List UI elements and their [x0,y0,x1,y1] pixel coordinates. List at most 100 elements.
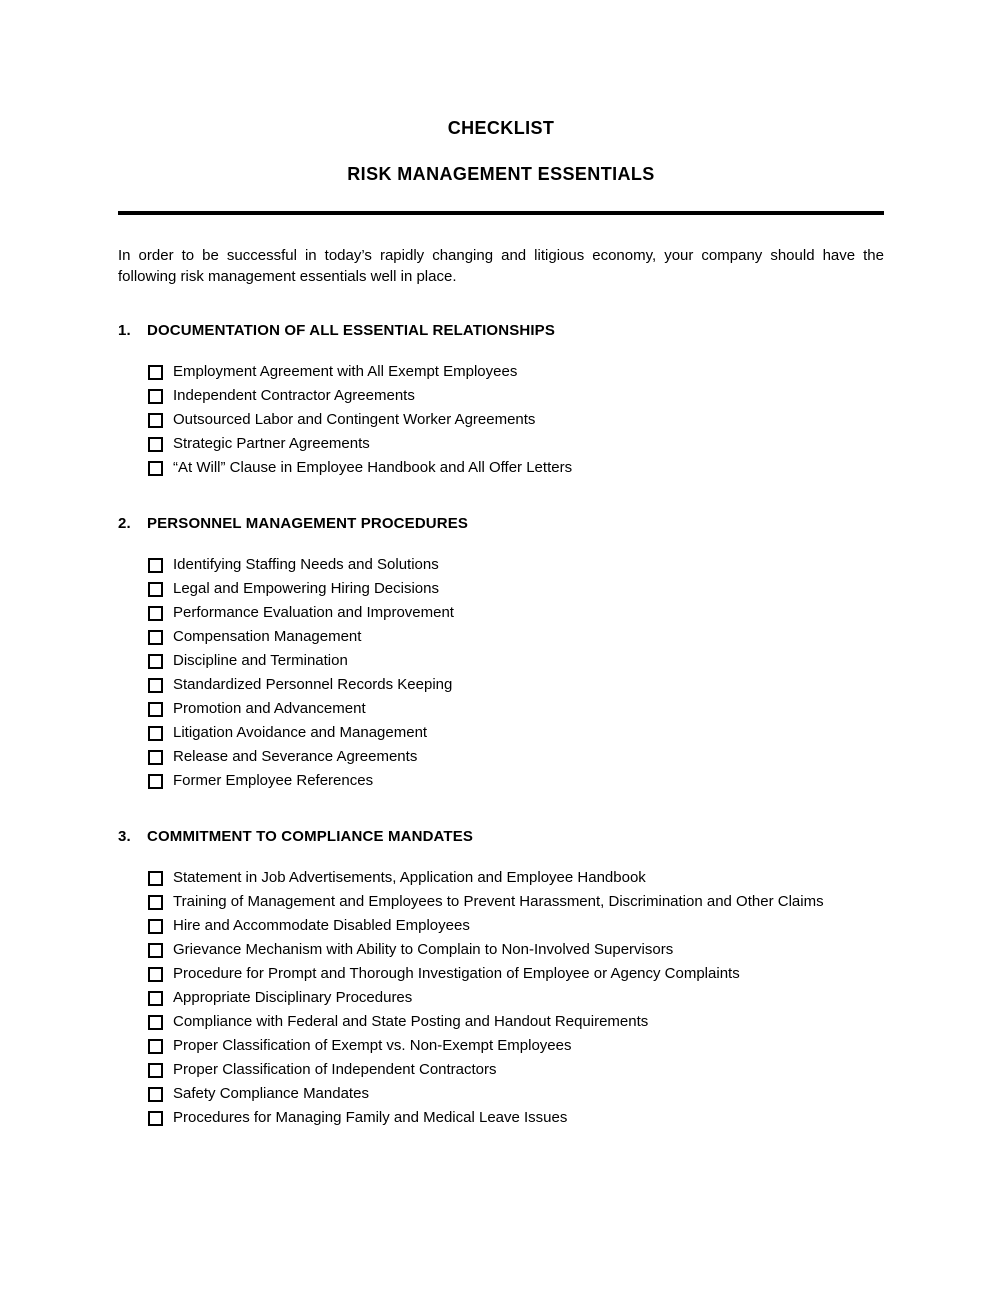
checklist-item[interactable]: Safety Compliance Mandates [148,1082,884,1106]
checkbox-icon[interactable] [148,1010,173,1034]
checklist-section: 3. COMMITMENT TO COMPLIANCE MANDATES State… [118,827,884,1130]
checklist-item[interactable]: Employment Agreement with All Exempt Emp… [148,360,884,384]
checklist-item[interactable]: Procedures for Managing Family and Medic… [148,1106,884,1130]
checklist-item-label: Standardized Personnel Records Keeping [173,676,453,693]
checkbox-icon[interactable] [148,553,173,577]
checkbox-icon[interactable] [148,601,173,625]
checklist-item[interactable]: Standardized Personnel Records Keeping [148,673,884,697]
checklist-section: 1. DOCUMENTATION OF ALL ESSENTIAL RELATIO… [118,321,884,480]
checklist-item[interactable]: Former Employee References [148,769,884,793]
checklist-item[interactable]: “At Will” Clause in Employee Handbook an… [148,456,884,480]
checklist-item[interactable]: Identifying Staffing Needs and Solutions [148,553,884,577]
checkbox-icon[interactable] [148,1106,173,1130]
checklist-item-label: Training of Management and Employees to … [173,893,824,910]
checkbox-icon[interactable] [148,432,173,456]
section-title: DOCUMENTATION OF ALL ESSENTIAL RELATIONS… [147,322,555,339]
checklist-item[interactable]: Release and Severance Agreements [148,745,884,769]
checklist-item-label: Proper Classification of Independent Con… [173,1061,497,1078]
checklist-item[interactable]: Discipline and Termination [148,649,884,673]
checkbox-icon[interactable] [148,1058,173,1082]
section-title: PERSONNEL MANAGEMENT PROCEDURES [147,515,469,532]
checkbox-icon[interactable] [148,384,173,408]
section-number: 1. [118,322,131,339]
checklist-item-label: Statement in Job Advertisements, Applica… [173,869,646,886]
checklist-item[interactable]: Proper Classification of Independent Con… [148,1058,884,1082]
checkbox-icon[interactable] [148,890,173,914]
checklist-item[interactable]: Litigation Avoidance and Management [148,721,884,745]
checkbox-icon[interactable] [148,1034,173,1058]
checklist-section: 2. PERSONNEL MANAGEMENT PROCEDURES Identif… [118,514,884,793]
checkbox-icon[interactable] [148,769,173,793]
section-number: 3. [118,828,131,845]
checklist-item[interactable]: Proper Classification of Exempt vs. Non-… [148,1034,884,1058]
checklist-item[interactable]: Strategic Partner Agreements [148,432,884,456]
checklist-item-label: Proper Classification of Exempt vs. Non-… [173,1037,572,1054]
checkbox-icon[interactable] [148,697,173,721]
checklist-item[interactable]: Compensation Management [148,625,884,649]
checklist-item[interactable]: Statement in Job Advertisements, Applica… [148,866,884,890]
checkbox-icon[interactable] [148,408,173,432]
checklist-item[interactable]: Procedure for Prompt and Thorough Invest… [148,962,884,986]
checklist-item-label: Performance Evaluation and Improvement [173,604,454,621]
checklist-item-label: Safety Compliance Mandates [173,1085,369,1102]
checklist-item-label: “At Will” Clause in Employee Handbook an… [173,459,573,476]
checklist-item-label: Compensation Management [173,628,362,645]
checklist-item-label: Appropriate Disciplinary Procedures [173,989,413,1006]
checklist-item-label: Employment Agreement with All Exempt Emp… [173,363,518,380]
checkbox-icon[interactable] [148,914,173,938]
checklist-item[interactable]: Appropriate Disciplinary Procedures [148,986,884,1010]
checklist-item[interactable]: Compliance with Federal and State Postin… [148,1010,884,1034]
checklist-item-label: Compliance with Federal and State Postin… [173,1013,649,1030]
checkbox-icon[interactable] [148,360,173,384]
checklist-item[interactable]: Outsourced Labor and Contingent Worker A… [148,408,884,432]
intro-paragraph: In order to be successful in today’s rap… [118,247,884,285]
checklist-item-label: Outsourced Labor and Contingent Worker A… [173,411,536,428]
page-subtitle: RISK MANAGEMENT ESSENTIALS [347,164,655,184]
checkbox-icon[interactable] [148,938,173,962]
checklist-item-label: Litigation Avoidance and Management [173,724,428,741]
checklist-item[interactable]: Training of Management and Employees to … [148,890,884,914]
checklist-item[interactable]: Performance Evaluation and Improvement [148,601,884,625]
checklist-item-label: Promotion and Advancement [173,700,366,717]
checklist-item-label: Procedures for Managing Family and Medic… [173,1109,568,1126]
checkbox-icon[interactable] [148,1082,173,1106]
page-bottom-spacer [118,1130,884,1250]
checklist: Identifying Staffing Needs and Solutions… [118,533,884,793]
section-title: COMMITMENT TO COMPLIANCE MANDATES [147,828,474,845]
checkbox-icon[interactable] [148,625,173,649]
checklist-item[interactable]: Legal and Empowering Hiring Decisions [148,577,884,601]
checkbox-icon[interactable] [148,649,173,673]
checklist-item[interactable]: Hire and Accommodate Disabled Employees [148,914,884,938]
section-heading: 1. DOCUMENTATION OF ALL ESSENTIAL RELATIO… [118,321,884,340]
checklist-item-label: Strategic Partner Agreements [173,435,370,452]
checklist-item-label: Grievance Mechanism with Ability to Comp… [173,941,674,958]
checklist-item-label: Identifying Staffing Needs and Solutions [173,556,439,573]
checklist-item[interactable]: Grievance Mechanism with Ability to Comp… [148,938,884,962]
document-page: CHECKLIST RISK MANAGEMENT ESSENTIALS In … [0,0,1000,1290]
checkbox-icon[interactable] [148,745,173,769]
checkbox-icon[interactable] [148,721,173,745]
document-body: CHECKLIST RISK MANAGEMENT ESSENTIALS In … [118,0,884,1250]
checklist-item-label: Release and Severance Agreements [173,748,418,765]
checklist-item-label: Hire and Accommodate Disabled Employees [173,917,470,934]
checkbox-icon[interactable] [148,577,173,601]
checklist: Employment Agreement with All Exempt Emp… [118,340,884,480]
checkbox-icon[interactable] [148,456,173,480]
checklist-item-label: Former Employee References [173,772,374,789]
checkbox-icon[interactable] [148,986,173,1010]
section-heading: 3. COMMITMENT TO COMPLIANCE MANDATES [118,827,884,846]
checkbox-icon[interactable] [148,866,173,890]
section-heading: 2. PERSONNEL MANAGEMENT PROCEDURES [118,514,884,533]
checklist-item-label: Procedure for Prompt and Thorough Invest… [173,965,740,982]
checklist-sections: 1. DOCUMENTATION OF ALL ESSENTIAL RELATIO… [118,321,884,1130]
checklist-item-label: Legal and Empowering Hiring Decisions [173,580,439,597]
checklist: Statement in Job Advertisements, Applica… [118,846,884,1130]
checkbox-icon[interactable] [148,962,173,986]
checklist-item-label: Discipline and Termination [173,652,348,669]
section-number: 2. [118,515,131,532]
checklist-item[interactable]: Independent Contractor Agreements [148,384,884,408]
checklist-item-label: Independent Contractor Agreements [173,387,415,404]
page-title: CHECKLIST [447,118,555,138]
checkbox-icon[interactable] [148,673,173,697]
checklist-item[interactable]: Promotion and Advancement [148,697,884,721]
